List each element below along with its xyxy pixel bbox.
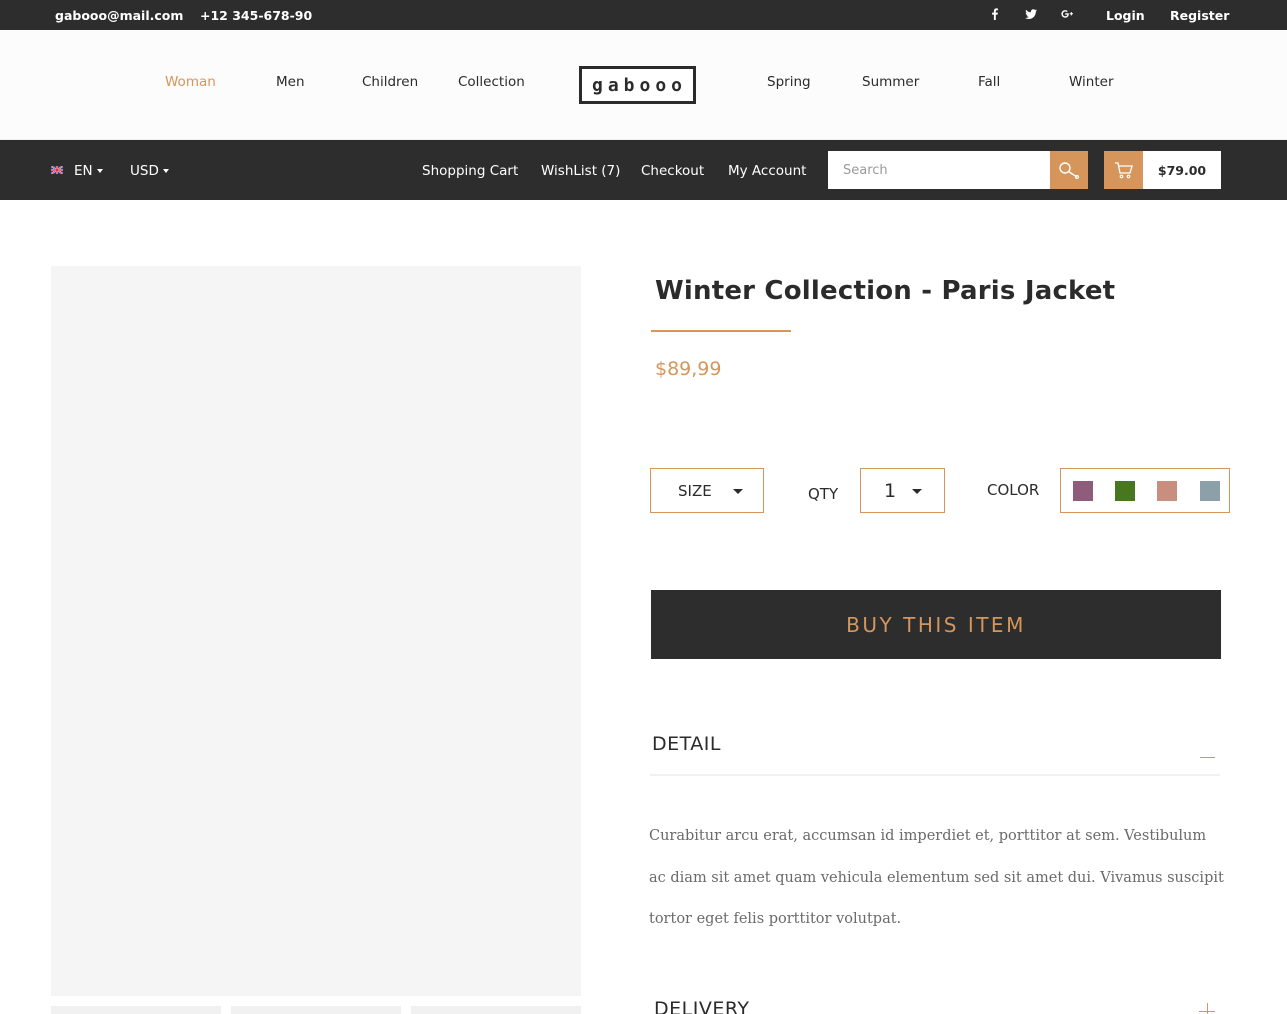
size-label: SIZE: [678, 481, 712, 500]
cart-icon: [1114, 162, 1133, 179]
product-thumbnail[interactable]: [231, 1006, 401, 1014]
color-swatch[interactable]: [1115, 481, 1135, 501]
qty-label: QTY: [808, 485, 839, 503]
buy-button[interactable]: BUY THIS ITEM: [651, 590, 1221, 659]
delivery-accordion-title[interactable]: DELIVERY: [654, 998, 749, 1014]
chevron-down-icon: [162, 169, 169, 173]
main-nav: Woman Men Children Collection gabooo Spr…: [0, 30, 1287, 140]
product-title: Winter Collection - Paris Jacket: [655, 276, 1116, 306]
search-icon: [1059, 162, 1080, 179]
chevron-down-icon: [96, 169, 103, 173]
uk-flag-icon[interactable]: [51, 166, 63, 174]
google-plus-icon[interactable]: [1060, 7, 1074, 21]
utility-bar: EN USD Shopping Cart WishList (7) Checko…: [0, 140, 1287, 200]
checkout-link[interactable]: Checkout: [641, 163, 704, 179]
twitter-icon[interactable]: [1024, 7, 1038, 21]
top-bar: gabooo@mail.com +12 345-678-90 Login Reg…: [0, 0, 1287, 30]
language-value: EN: [74, 163, 93, 179]
my-account-link[interactable]: My Account: [728, 163, 806, 179]
nav-spring[interactable]: Spring: [767, 74, 811, 90]
color-label: COLOR: [987, 481, 1040, 499]
title-divider: [651, 330, 791, 332]
chevron-down-icon: [733, 489, 743, 494]
contact-email[interactable]: gabooo@mail.com: [55, 8, 183, 23]
color-swatch[interactable]: [1157, 481, 1177, 501]
search-input[interactable]: [828, 151, 1050, 189]
cart-total[interactable]: $79.00: [1143, 151, 1221, 189]
color-swatch[interactable]: [1200, 481, 1220, 501]
wishlist-link[interactable]: WishList (7): [541, 163, 620, 179]
nav-woman[interactable]: Woman: [165, 74, 216, 90]
product-thumbnail[interactable]: [51, 1006, 221, 1014]
detail-accordion-title[interactable]: DETAIL: [652, 733, 721, 755]
register-link[interactable]: Register: [1170, 8, 1229, 23]
plus-icon[interactable]: [1199, 1003, 1215, 1014]
search-button[interactable]: [1050, 151, 1088, 189]
color-swatch[interactable]: [1073, 481, 1093, 501]
minus-icon[interactable]: [1200, 757, 1215, 758]
nav-collection[interactable]: Collection: [458, 74, 525, 90]
product-price: $89,99: [655, 358, 722, 380]
language-select[interactable]: EN: [74, 163, 103, 179]
color-picker: [1060, 468, 1230, 513]
login-link[interactable]: Login: [1106, 8, 1145, 23]
currency-select[interactable]: USD: [130, 163, 169, 179]
quantity-select[interactable]: 1: [860, 468, 945, 513]
quantity-value: 1: [884, 479, 897, 502]
nav-summer[interactable]: Summer: [862, 74, 919, 90]
nav-fall[interactable]: Fall: [978, 74, 1000, 90]
cart-button[interactable]: [1104, 151, 1143, 189]
product-thumbnail[interactable]: [411, 1006, 581, 1014]
detail-text: Curabitur arcu erat, accumsan id imperdi…: [649, 828, 1224, 927]
chevron-down-icon: [912, 489, 922, 494]
accordion-divider: [650, 774, 1220, 776]
nav-winter[interactable]: Winter: [1069, 74, 1114, 90]
product-image[interactable]: [51, 266, 581, 996]
size-select[interactable]: SIZE: [650, 468, 764, 513]
site-logo[interactable]: gabooo: [579, 66, 696, 104]
facebook-icon[interactable]: [988, 7, 1002, 21]
nav-children[interactable]: Children: [362, 74, 418, 90]
contact-phone[interactable]: +12 345-678-90: [200, 8, 312, 23]
shopping-cart-link[interactable]: Shopping Cart: [422, 163, 518, 179]
nav-men[interactable]: Men: [276, 74, 305, 90]
currency-value: USD: [130, 163, 159, 179]
